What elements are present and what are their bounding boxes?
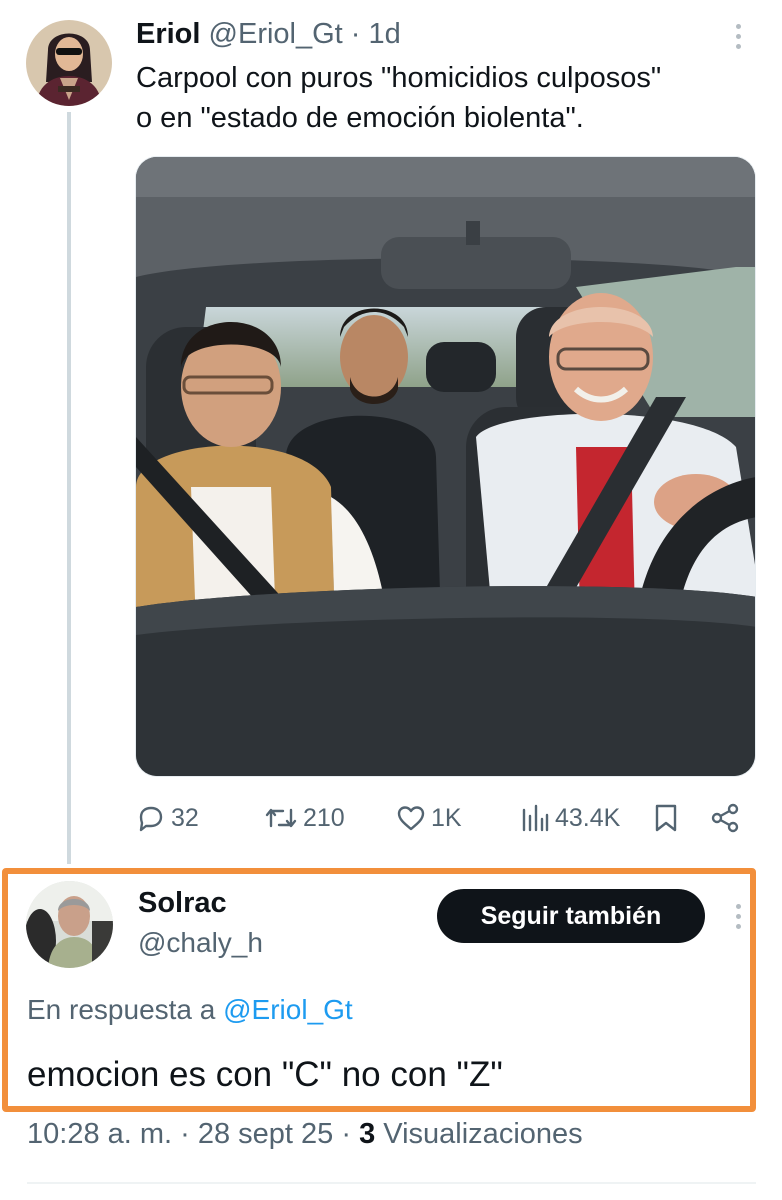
retweet-count: 210 (303, 803, 345, 832)
retweet-icon (263, 802, 299, 834)
bookmark-action[interactable] (651, 800, 681, 836)
replying-to-mention-link[interactable]: @Eriol_Gt (223, 994, 353, 1025)
author-handle[interactable]: @Eriol_Gt (209, 18, 343, 50)
reply-more-menu-icon[interactable] (733, 904, 743, 929)
reply-timestamp[interactable]: 10:28 a. m. · 28 sept 25 · (27, 1118, 351, 1150)
tweet-more-menu-icon[interactable] (733, 24, 743, 49)
reply-icon (135, 802, 167, 834)
bookmark-icon (651, 802, 681, 834)
share-action[interactable] (709, 800, 741, 836)
share-icon (709, 802, 741, 834)
retweet-action[interactable]: 210 (263, 800, 345, 836)
reply-author-name[interactable]: Solrac (138, 884, 227, 922)
reply-text: emocion es con "C" no con "Z" (27, 1055, 503, 1094)
header-separator: · (350, 18, 361, 50)
reply-views-label: Visualizaciones (383, 1118, 583, 1150)
like-action[interactable]: 1K (395, 800, 462, 836)
reply-timestamp-line: 10:28 a. m. · 28 sept 25 · 3 Visualizaci… (27, 1114, 583, 1154)
divider (27, 1182, 756, 1184)
reply-author-handle[interactable]: @chaly_h (138, 924, 263, 962)
author-name[interactable]: Eriol (136, 18, 200, 50)
replying-to-line: En respuesta a @Eriol_Gt (27, 990, 353, 1030)
views-chart-icon (519, 802, 551, 834)
reply-views-count: 3 (359, 1118, 376, 1150)
reply-count: 32 (171, 803, 199, 832)
views-action[interactable]: 43.4K (519, 800, 620, 836)
tweet-header: Eriol @Eriol_Gt · 1d (136, 14, 401, 54)
tweet-media-photo[interactable] (135, 156, 756, 777)
thread-connector-line (67, 112, 71, 864)
replying-to-prefix: En respuesta a (27, 994, 216, 1025)
views-count: 43.4K (555, 803, 621, 832)
reply-action[interactable]: 32 (135, 800, 199, 836)
tweet-text: Carpool con puros "homicidios culposos" … (136, 62, 662, 134)
heart-icon (395, 802, 427, 834)
tweet-action-bar: 32 210 1K 43.4K (135, 800, 747, 836)
tweet-age[interactable]: 1d (369, 18, 401, 50)
like-count: 1K (431, 803, 462, 832)
follow-button[interactable]: Seguir también (437, 889, 705, 943)
author-avatar[interactable] (26, 20, 112, 106)
reply-author-avatar[interactable] (26, 881, 113, 968)
